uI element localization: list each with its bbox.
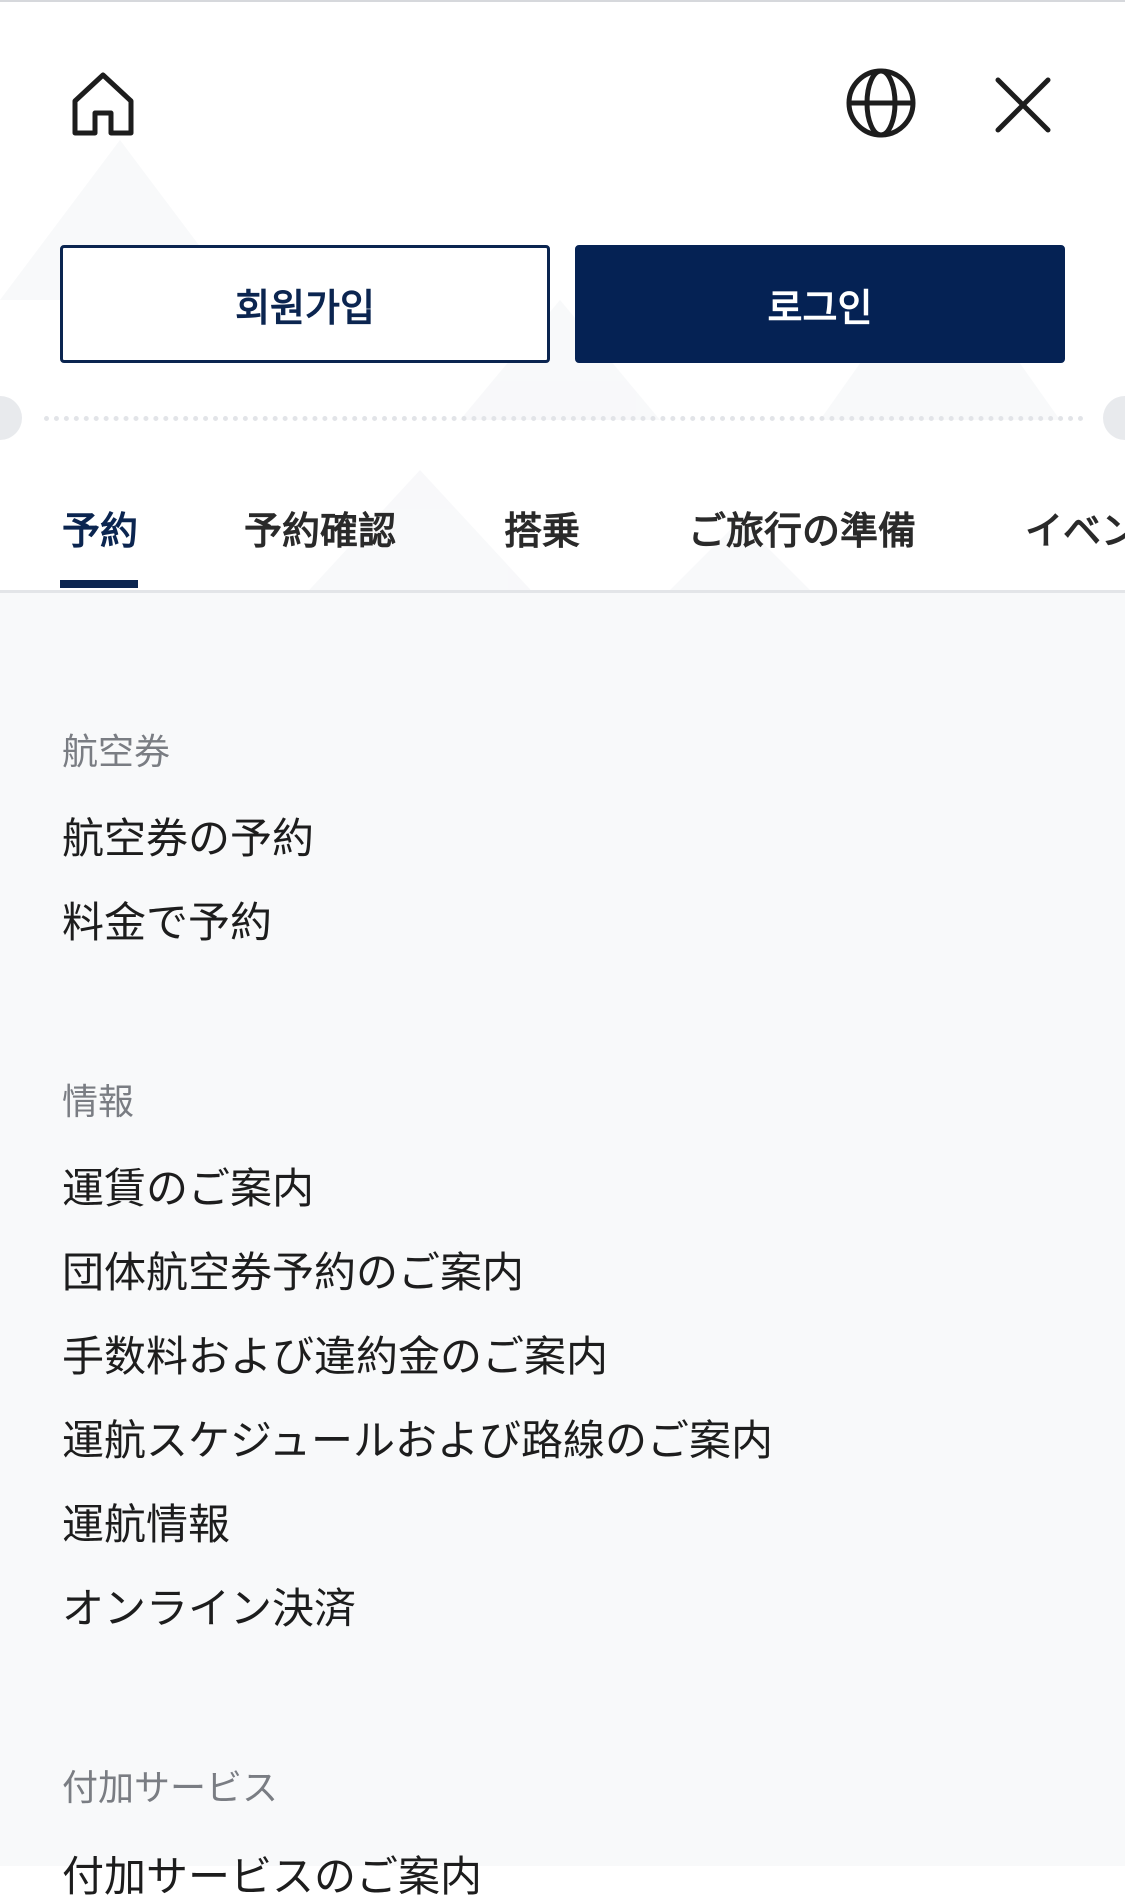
tab-reservation-check[interactable]: 予約確認 [244,500,396,555]
link-online-payment[interactable]: オンライン決済 [62,1575,356,1636]
tab-boarding[interactable]: 搭乗 [504,500,580,555]
section-heading-additional-services: 付加サービス [62,1768,279,1809]
tab-events[interactable]: イベン [1025,500,1125,555]
menu-content: 航空券 航空券の予約 料金で予約 情報 運賃のご案内 団体航空券予約のご案内 手… [0,593,1125,1901]
dotted-divider [44,416,1084,421]
section-heading-tickets: 航空券 [62,732,171,773]
link-flight-status[interactable]: 運航情報 [62,1491,230,1552]
home-icon [72,72,134,136]
link-ticket-reservation[interactable]: 航空券の予約 [62,805,314,866]
tab-travel-preparation[interactable]: ご旅行の準備 [688,500,916,555]
section-heading-information: 情報 [62,1082,135,1123]
signup-button[interactable]: 회원가입 [60,245,550,363]
link-group-ticket-guide[interactable]: 団体航空券予約のご案内 [62,1239,524,1300]
close-button[interactable] [984,66,1062,144]
globe-icon [846,68,916,138]
tab-reservation[interactable]: 予約 [62,500,138,555]
link-fees-penalty-guide[interactable]: 手数料および違約金のご案内 [62,1323,608,1384]
home-button[interactable] [60,60,146,146]
active-tab-indicator [60,580,138,588]
category-tabs: 予約 予約確認 搭乗 ご旅行の準備 イベン [0,480,1125,593]
link-fare-guide[interactable]: 運賃のご案内 [62,1155,314,1216]
link-schedule-route-guide[interactable]: 運航スケジュールおよび路線のご案内 [62,1407,773,1468]
login-button[interactable]: 로그인 [575,245,1065,363]
language-button[interactable] [838,60,924,146]
close-icon [995,77,1051,133]
link-additional-services-guide[interactable]: 付加サービスのご案内 [62,1843,482,1904]
link-fare-reservation[interactable]: 料金で予約 [62,889,272,950]
